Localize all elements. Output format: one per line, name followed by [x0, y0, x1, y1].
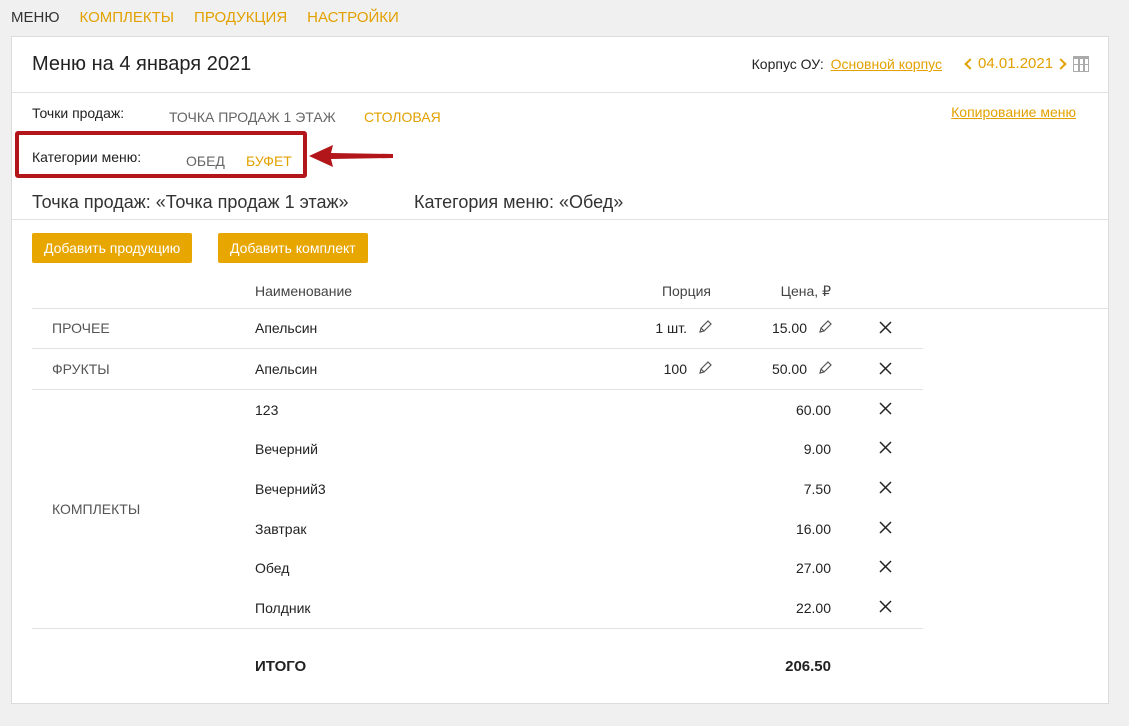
row-price: 16.00 — [795, 521, 831, 537]
chevron-left-icon[interactable] — [964, 57, 976, 70]
row-price: 15.00 — [771, 320, 807, 336]
categories-label: Категории меню: — [32, 149, 142, 165]
selected-point-heading: Точка продаж: «Точка продаж 1 этаж» — [32, 192, 349, 212]
row-price: 7.50 — [803, 481, 831, 497]
copy-menu-link[interactable]: Копирование меню — [951, 104, 1076, 120]
category-sets: КОМПЛЕКТЫ — [52, 501, 141, 517]
column-header-name: Наименование — [255, 283, 353, 299]
tab-point-canteen[interactable]: СТОЛОВАЯ — [364, 109, 441, 125]
delete-close-icon[interactable] — [879, 600, 892, 613]
edit-price-pencil-icon[interactable] — [818, 320, 832, 334]
row-name: Полдник — [255, 600, 311, 616]
row-price: 22.00 — [795, 600, 831, 616]
total-label: ИТОГО — [255, 658, 307, 675]
tab-category-lunch[interactable]: ОБЕД — [186, 153, 225, 169]
korpus-label: Корпус ОУ: — [751, 56, 824, 72]
row-price: 27.00 — [795, 560, 831, 576]
delete-close-icon[interactable] — [879, 481, 892, 494]
row-name: Вечерний — [255, 441, 318, 457]
delete-close-icon[interactable] — [879, 321, 892, 334]
delete-close-icon[interactable] — [879, 402, 892, 415]
row-divider — [32, 389, 923, 390]
header-divider — [12, 92, 1108, 93]
selected-category-heading: Категория меню: «Обед» — [414, 192, 624, 212]
current-date[interactable]: 04.01.2021 — [978, 55, 1053, 72]
row-price: 60.00 — [795, 402, 831, 418]
row-name: Вечерний3 — [255, 481, 326, 497]
row-price: 9.00 — [803, 441, 831, 457]
row-price: 50.00 — [771, 361, 807, 377]
subheading-divider — [12, 219, 1108, 220]
row-portion: 100 — [663, 361, 687, 377]
row-name: Апельсин — [255, 361, 318, 377]
row-divider — [32, 628, 923, 629]
row-divider — [32, 348, 923, 349]
nav-sets[interactable]: КОМПЛЕКТЫ — [80, 9, 175, 26]
edit-portion-pencil-icon[interactable] — [698, 320, 712, 334]
edit-portion-pencil-icon[interactable] — [698, 361, 712, 375]
delete-close-icon[interactable] — [879, 441, 892, 454]
date-navigator: 04.01.2021 — [964, 55, 1090, 72]
page-title: Меню на 4 января 2021 — [32, 53, 252, 75]
add-set-button[interactable]: Добавить комплект — [218, 233, 368, 263]
row-portion: 1 шт. — [655, 320, 687, 336]
row-name: Апельсин — [255, 320, 318, 336]
nav-settings[interactable]: НАСТРОЙКИ — [307, 9, 399, 26]
row-name: 123 — [255, 402, 279, 418]
chevron-right-icon[interactable] — [1055, 57, 1067, 70]
top-nav: МЕНЮ КОМПЛЕКТЫ ПРОДУКЦИЯ НАСТРОЙКИ — [11, 9, 399, 26]
nav-products[interactable]: ПРОДУКЦИЯ — [194, 9, 287, 26]
total-value: 206.50 — [785, 658, 831, 675]
delete-close-icon[interactable] — [879, 560, 892, 573]
column-header-price: Цена, ₽ — [780, 283, 831, 299]
points-label: Точки продаж: — [32, 105, 125, 121]
tab-point-floor1[interactable]: ТОЧКА ПРОДАЖ 1 ЭТАЖ — [169, 109, 336, 125]
tab-category-buffet[interactable]: БУФЕТ — [246, 153, 292, 169]
category-other: ПРОЧЕЕ — [52, 320, 110, 336]
delete-close-icon[interactable] — [879, 521, 892, 534]
row-name: Обед — [255, 560, 290, 576]
nav-menu[interactable]: МЕНЮ — [11, 9, 60, 26]
korpus-selector: Корпус ОУ: Основной корпус — [752, 56, 942, 72]
calendar-icon[interactable] — [1073, 55, 1090, 72]
add-product-button[interactable]: Добавить продукцию — [32, 233, 193, 263]
edit-price-pencil-icon[interactable] — [818, 361, 832, 375]
korpus-link[interactable]: Основной корпус — [831, 56, 942, 72]
menu-panel: Меню на 4 января 2021 Корпус ОУ: Основно… — [11, 36, 1109, 704]
delete-close-icon[interactable] — [879, 362, 892, 375]
column-header-portion: Порция — [661, 283, 711, 299]
annotation-arrow-icon — [309, 145, 393, 167]
category-fruits: ФРУКТЫ — [52, 361, 110, 377]
table-header-divider — [32, 308, 1108, 309]
row-name: Завтрак — [255, 521, 307, 537]
